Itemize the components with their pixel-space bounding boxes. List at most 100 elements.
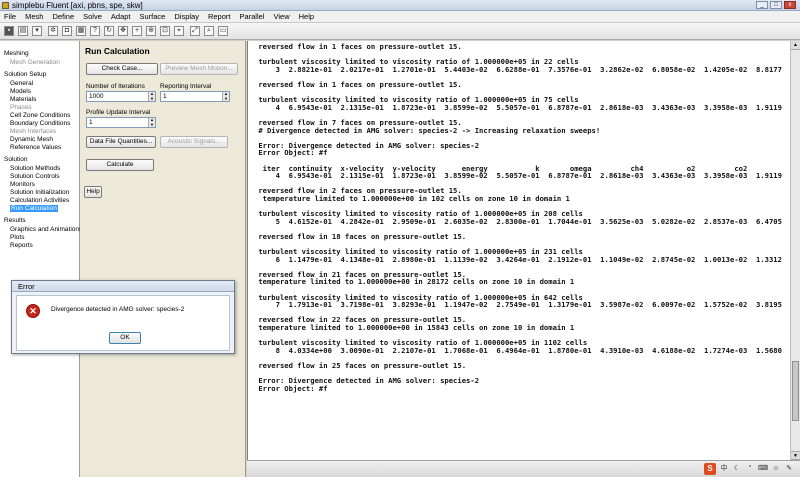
tree-header-meshing[interactable]: Meshing <box>4 50 29 57</box>
tree-item-solution-controls[interactable]: Solution Controls <box>10 173 60 180</box>
punctuation-icon[interactable]: ° <box>745 464 755 474</box>
close-button[interactable]: x <box>784 1 796 9</box>
scroll-down-icon[interactable]: ▼ <box>791 451 800 460</box>
toolbar: ▪ ▤ ▾ ✲ ◘ ▦ ? ↻ ✥ + ⊕ ⊡ ⌖ ⤢ ⌕ ▭ <box>0 23 800 40</box>
console-output[interactable]: reversed flow in 1 faces on pressure-out… <box>247 41 800 460</box>
tree-item-materials[interactable]: Materials <box>10 96 36 103</box>
data-file-quantities-button[interactable]: Data File Quantities... <box>86 136 156 148</box>
preview-mesh-motion-button[interactable]: Preview Mesh Motion... <box>160 63 238 75</box>
wrench-icon[interactable]: ✎ <box>784 464 794 474</box>
tree-item-reports[interactable]: Reports <box>10 242 33 249</box>
iterations-value: 1000 <box>89 93 104 100</box>
help-button[interactable]: Help <box>84 186 102 198</box>
case-icon[interactable]: ▪ <box>4 26 14 36</box>
menu-parallel[interactable]: Parallel <box>239 12 264 21</box>
error-dialog: Error ✕ Divergence detected in AMG solve… <box>11 280 235 354</box>
menu-display[interactable]: Display <box>174 12 199 21</box>
chart-icon[interactable]: ▦ <box>76 26 86 36</box>
navigation-tree: Meshing Mesh Generation Solution Setup G… <box>0 41 82 477</box>
profile-update-value: 1 <box>89 119 93 126</box>
rotate-icon[interactable]: ↻ <box>104 26 114 36</box>
console-scrollbar[interactable]: ▲ ▼ <box>790 41 800 460</box>
tree-item-general[interactable]: General <box>10 80 33 87</box>
iterations-input[interactable]: 1000 ▲ ▼ <box>86 91 156 102</box>
profile-update-input[interactable]: 1 ▲ ▼ <box>86 117 156 128</box>
scroll-up-icon[interactable]: ▲ <box>791 41 800 50</box>
console-text: reversed flow in 1 faces on pressure-out… <box>258 42 782 393</box>
tree-item-solution-initialization[interactable]: Solution Initialization <box>10 189 69 196</box>
zoom-box-icon[interactable]: ⊡ <box>160 26 170 36</box>
reporting-interval-label: Reporting Interval <box>160 83 212 90</box>
layout-icon[interactable]: ▭ <box>218 26 228 36</box>
maximize-button[interactable]: □ <box>770 1 782 9</box>
tree-item-reference-values[interactable]: Reference Values <box>10 144 61 151</box>
menu-solve[interactable]: Solve <box>83 12 102 21</box>
tree-item-calculation-activities[interactable]: Calculation Activities <box>10 197 69 204</box>
check-case-button[interactable]: Check Case... <box>86 63 158 75</box>
menu-define[interactable]: Define <box>52 12 74 21</box>
spinner-arrows-icon[interactable]: ▲ ▼ <box>148 91 155 101</box>
tree-item-boundary-conditions[interactable]: Boundary Conditions <box>10 120 70 127</box>
menu-adapt[interactable]: Adapt <box>111 12 131 21</box>
calculate-button[interactable]: Calculate <box>86 159 154 171</box>
translate-icon[interactable]: ✥ <box>118 26 128 36</box>
tree-item-phases[interactable]: Phases <box>10 104 32 111</box>
tree-header-results[interactable]: Results <box>4 217 26 224</box>
camera-icon[interactable]: ◘ <box>62 26 72 36</box>
help-question-icon[interactable]: ? <box>90 26 100 36</box>
person-icon[interactable]: ☺ <box>771 464 781 474</box>
zoom-in-icon[interactable]: + <box>132 26 142 36</box>
dialog-message: Divergence detected in AMG solver: speci… <box>51 306 185 313</box>
save-icon[interactable]: ▾ <box>32 26 42 36</box>
minimize-button[interactable]: _ <box>756 1 768 9</box>
open-file-icon[interactable]: ▤ <box>18 26 28 36</box>
spinner-arrows-icon[interactable]: ▲ ▼ <box>222 91 229 101</box>
spinner-arrows-icon[interactable]: ▲ ▼ <box>148 117 155 127</box>
tree-header-solution[interactable]: Solution <box>4 156 28 163</box>
zoom-icon[interactable]: ⌕ <box>204 26 214 36</box>
menu-view[interactable]: View <box>273 12 289 21</box>
tree-header-solution-setup[interactable]: Solution Setup <box>4 71 46 78</box>
gear-icon[interactable]: ✲ <box>48 26 58 36</box>
tree-item-models[interactable]: Models <box>10 88 31 95</box>
error-icon: ✕ <box>26 304 40 318</box>
tree-item-dynamic-mesh[interactable]: Dynamic Mesh <box>10 136 53 143</box>
scrollbar-thumb[interactable] <box>792 361 799 421</box>
moon-icon[interactable]: ☾ <box>732 464 742 474</box>
tree-item-run-calculation[interactable]: Run Calculation <box>10 205 58 212</box>
tree-item-plots[interactable]: Plots <box>10 234 24 241</box>
profile-update-label: Profile Update Interval <box>86 109 151 116</box>
tree-item-solution-methods[interactable]: Solution Methods <box>10 165 60 172</box>
menu-bar: File Mesh Define Solve Adapt Surface Dis… <box>0 11 800 23</box>
reporting-interval-input[interactable]: 1 ▲ ▼ <box>160 91 230 102</box>
title-bar: simplebu Fluent [axi, pbns, spe, skw] _ … <box>0 0 800 11</box>
reporting-interval-value: 1 <box>163 93 167 100</box>
tree-item-cell-zone-conditions[interactable]: Cell Zone Conditions <box>10 112 70 119</box>
menu-file[interactable]: File <box>4 12 16 21</box>
tree-item-mesh-generation[interactable]: Mesh Generation <box>10 59 60 66</box>
window-controls: _ □ x <box>756 1 796 9</box>
dialog-title-bar[interactable]: Error <box>12 281 234 292</box>
fluent-app-icon <box>2 2 9 9</box>
acoustic-signals-button[interactable]: Acoustic Signals... <box>160 136 228 148</box>
iterations-label: Number of Iterations <box>86 83 145 90</box>
status-bar: S 中 ☾ ° ⌨ ☺ ✎ <box>247 460 800 477</box>
system-tray: S 中 ☾ ° ⌨ ☺ ✎ <box>704 463 794 475</box>
probe-icon[interactable]: ⌖ <box>174 26 184 36</box>
tree-item-graphics-and-animations[interactable]: Graphics and Animations <box>10 226 82 233</box>
fit-view-icon[interactable]: ⤢ <box>190 26 200 36</box>
ime-logo-icon[interactable]: S <box>704 463 716 475</box>
ok-button[interactable]: OK <box>109 332 141 344</box>
tree-item-mesh-interfaces[interactable]: Mesh Interfaces <box>10 128 56 135</box>
language-indicator[interactable]: 中 <box>719 464 729 474</box>
run-calculation-panel: Run Calculation Check Case... Preview Me… <box>80 41 246 477</box>
menu-report[interactable]: Report <box>208 12 231 21</box>
dialog-title: Error <box>18 282 35 291</box>
menu-help[interactable]: Help <box>299 12 314 21</box>
menu-surface[interactable]: Surface <box>140 12 166 21</box>
panel-title: Run Calculation <box>85 46 150 56</box>
menu-mesh[interactable]: Mesh <box>25 12 43 21</box>
keyboard-icon[interactable]: ⌨ <box>758 464 768 474</box>
tree-item-monitors[interactable]: Monitors <box>10 181 35 188</box>
zoom-fit-icon[interactable]: ⊕ <box>146 26 156 36</box>
